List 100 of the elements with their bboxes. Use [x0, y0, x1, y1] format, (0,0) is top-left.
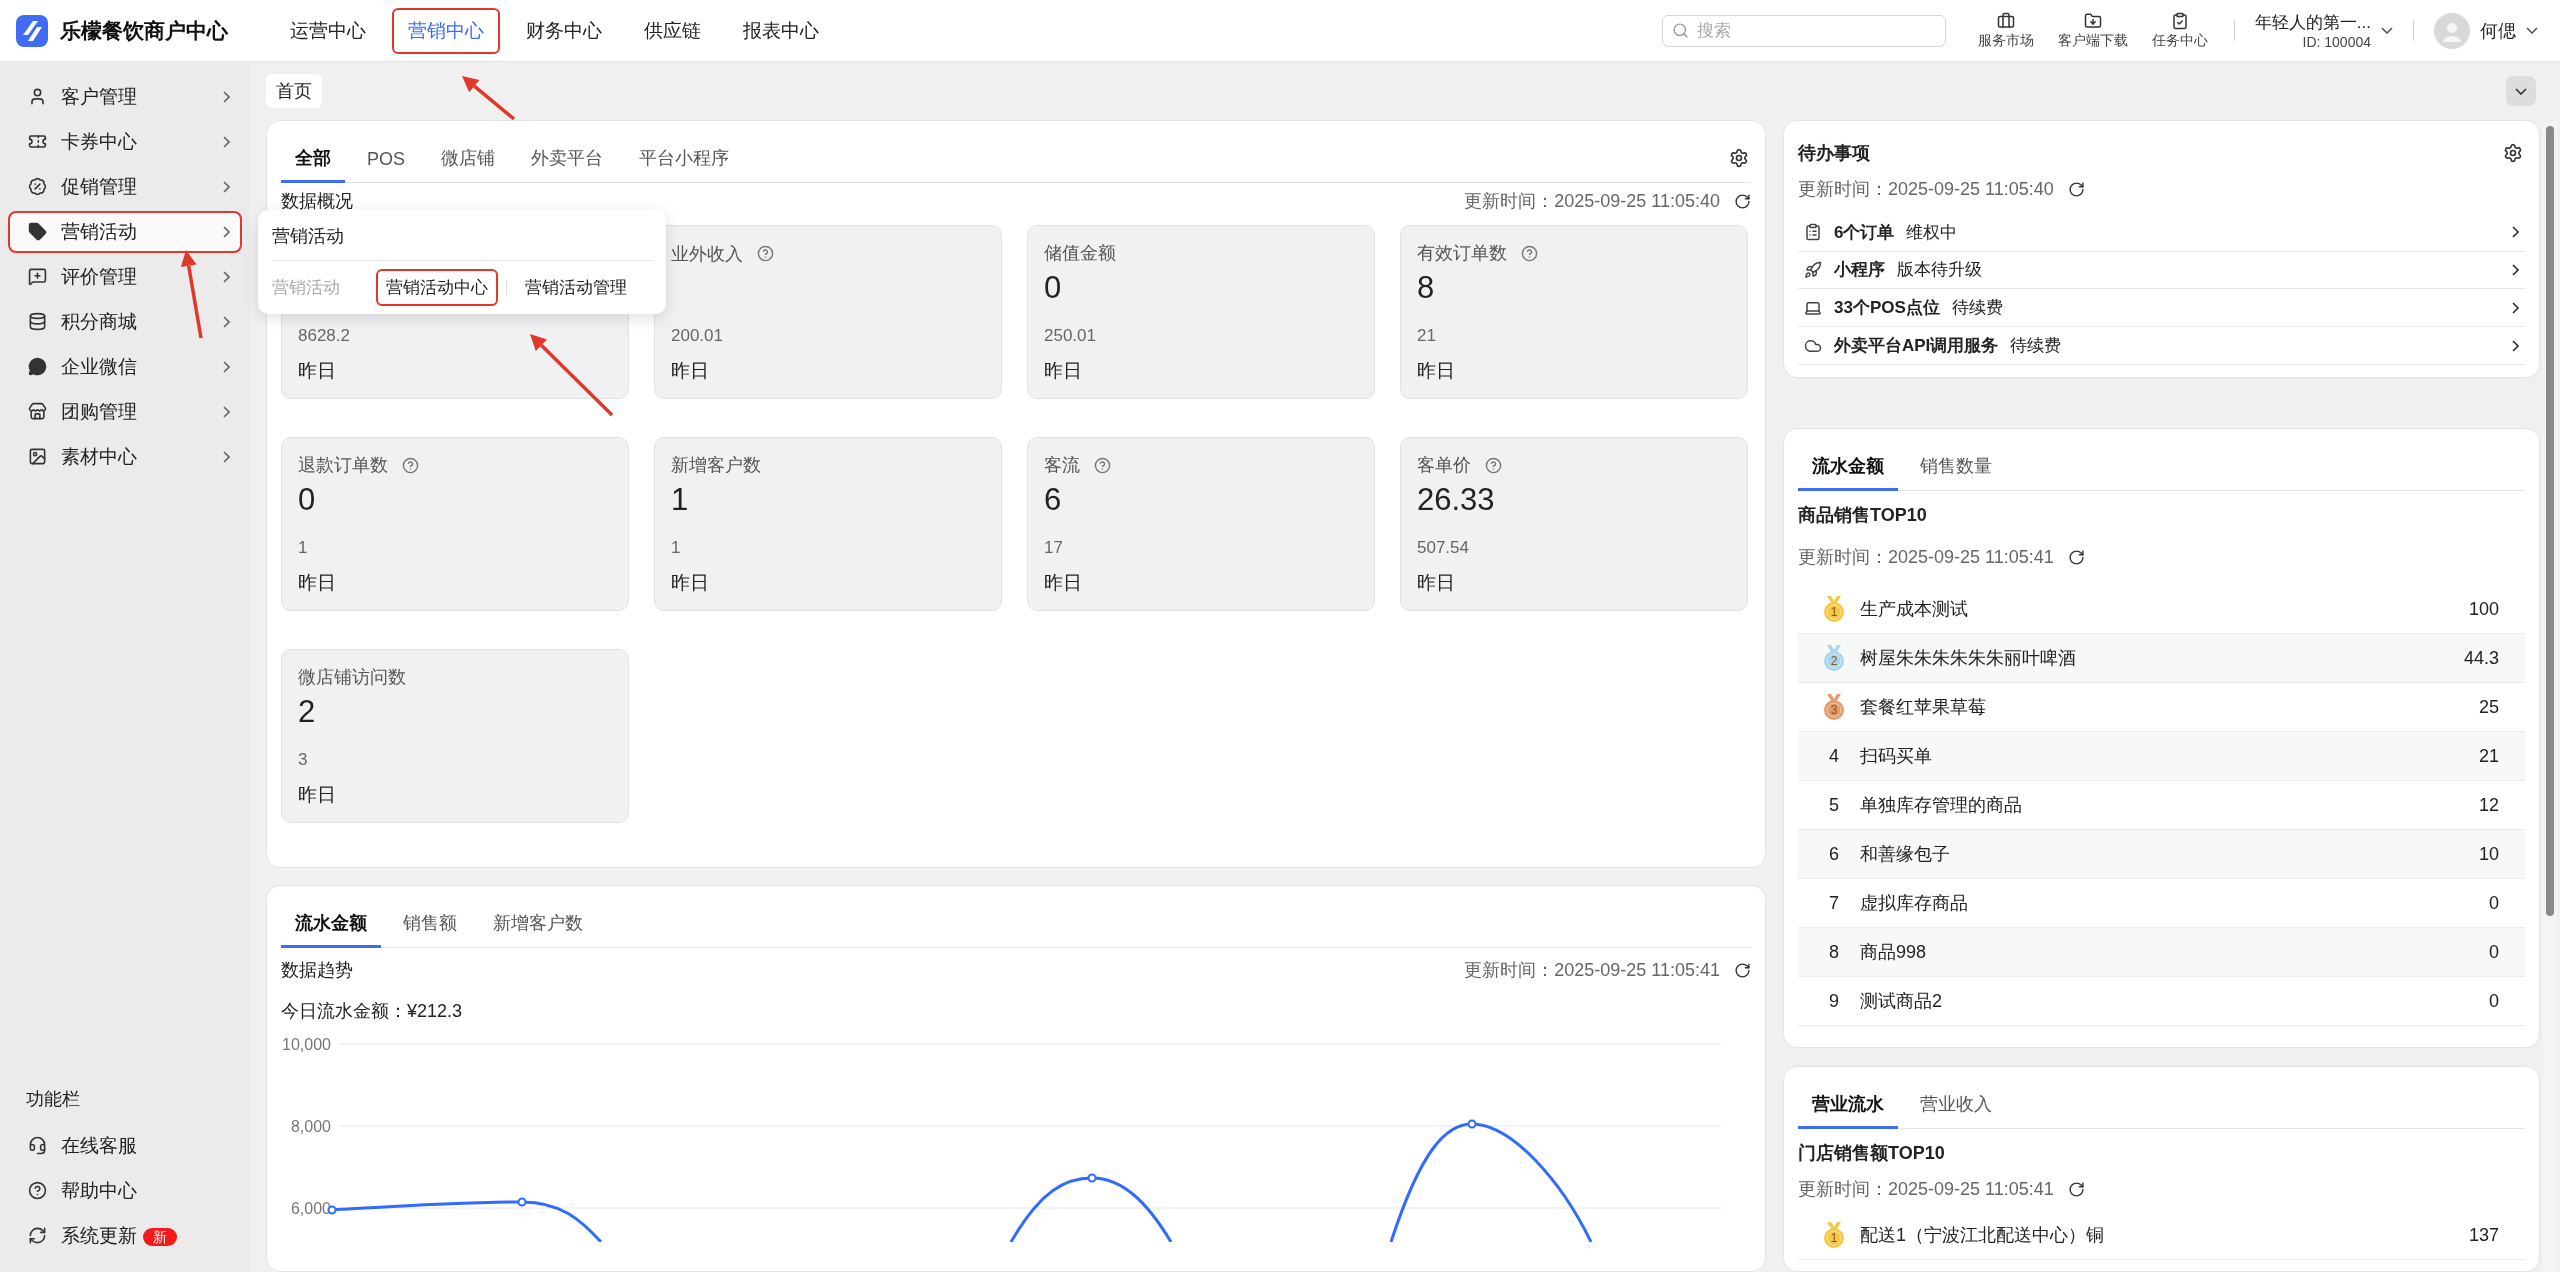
stat-period: 昨日: [1044, 571, 1083, 595]
rank-number: 7: [1828, 892, 1840, 914]
collapse-button[interactable]: [2506, 76, 2536, 106]
page-tab[interactable]: 首页: [266, 74, 322, 108]
help-icon[interactable]: [1094, 456, 1111, 474]
tab[interactable]: 流水金额: [281, 911, 381, 948]
product-name: 商品998: [1860, 941, 1928, 964]
tab[interactable]: 流水金额: [1798, 454, 1898, 491]
refresh-icon[interactable]: [2067, 1180, 2085, 1198]
rocket-icon: [1804, 260, 1822, 279]
rank-number: 8: [1828, 941, 1840, 963]
sidebar-item[interactable]: 客户管理: [8, 75, 242, 118]
nav-item[interactable]: 供应链: [628, 7, 717, 54]
menu-item[interactable]: 营销活动管理: [515, 269, 637, 306]
account-switcher[interactable]: 年轻人的第一... ID: 100004: [2248, 10, 2399, 51]
product-name: 树屋朱朱朱朱朱朱丽叶啤酒: [1860, 647, 2077, 670]
stat-compare: 200.01: [671, 326, 724, 346]
tab[interactable]: POS: [353, 149, 419, 183]
refresh-icon[interactable]: [1734, 961, 1751, 979]
toolbar-button[interactable]: 客户端下载: [2045, 11, 2140, 50]
sidebar-item[interactable]: 在线客服: [8, 1124, 242, 1167]
sidebar-item[interactable]: 系统更新 新: [8, 1214, 242, 1257]
annotation-arrow: [462, 76, 516, 121]
nav-item[interactable]: 财务中心: [510, 7, 618, 54]
percent-badge-icon: [28, 177, 47, 196]
chevron-right-icon: [223, 405, 230, 418]
product-name: 配送1（宁波江北配送中心）铜: [1860, 1224, 2105, 1247]
product-name: 虚拟库存商品: [1860, 892, 1969, 915]
axis-label: 8,000: [290, 1118, 331, 1135]
chevron-right-icon: [2512, 263, 2519, 276]
stat-value: 6: [1044, 481, 1063, 519]
sales-value: 0: [2489, 990, 2499, 1012]
axis-label: 6,000: [290, 1200, 331, 1217]
sales-value: 44.3: [2463, 647, 2499, 669]
todo-item[interactable]: 6个订单 维权中: [1798, 213, 2525, 252]
scrollbar[interactable]: [2543, 122, 2557, 1272]
toolbar-button[interactable]: 任务中心: [2139, 11, 2220, 50]
refresh-icon[interactable]: [2067, 548, 2085, 566]
sidebar-item[interactable]: 积分商城: [8, 300, 242, 343]
search-field[interactable]: 搜索: [1661, 14, 1946, 47]
refresh-icon[interactable]: [1734, 192, 1751, 210]
refresh-icon[interactable]: [2067, 180, 2085, 198]
update-time: 更新时间：2025-09-25 11:05:41: [1464, 959, 1720, 982]
stat-label: 业外收入: [671, 242, 743, 266]
sidebar-item[interactable]: 团购管理: [8, 390, 242, 433]
tab[interactable]: 销售额: [389, 911, 471, 948]
toolbar-button[interactable]: 服务市场: [1965, 11, 2046, 50]
tab[interactable]: 新增客户数: [479, 911, 597, 948]
sidebar-item[interactable]: 卡券中心: [8, 120, 242, 163]
nav-item[interactable]: 营销中心: [392, 7, 500, 54]
sidebar-item[interactable]: 帮助中心: [8, 1169, 242, 1212]
menu-item[interactable]: 营销活动中心: [376, 269, 498, 306]
todo-item[interactable]: 外卖平台API调用服务 待续费: [1798, 327, 2525, 365]
store-icon: [28, 402, 47, 421]
briefcase-icon: [1996, 11, 2015, 30]
user-menu[interactable]: 何偲: [2428, 11, 2544, 50]
stat-label: 微店铺访问数: [298, 666, 406, 689]
stat-compare: 17: [1044, 538, 1064, 558]
stat-label: 有效订单数: [1417, 242, 1507, 265]
help-icon[interactable]: [1521, 244, 1538, 262]
todo-item[interactable]: 33个POS点位 待续费: [1798, 289, 2525, 328]
help-icon[interactable]: [757, 245, 774, 263]
chevron-right-icon: [2512, 339, 2519, 352]
tab[interactable]: 外卖平台: [517, 146, 617, 183]
sidebar-item[interactable]: 素材中心: [8, 435, 242, 478]
rank-number: 4: [1828, 745, 1840, 767]
folder-download-icon: [2083, 11, 2102, 30]
nav-item[interactable]: 报表中心: [727, 7, 835, 54]
stat-period: 昨日: [671, 359, 710, 383]
help-icon[interactable]: [402, 456, 419, 474]
tag-icon: [28, 222, 47, 241]
stat-period: 昨日: [671, 571, 710, 595]
sidebar-item[interactable]: 评价管理: [8, 255, 242, 298]
search-icon: [1671, 21, 1689, 39]
chevron-right-icon: [223, 225, 230, 238]
tab[interactable]: 全部: [281, 146, 345, 183]
stat-value: 1: [671, 481, 690, 519]
clipboard-check-icon: [2170, 11, 2189, 30]
help-icon[interactable]: [1485, 456, 1502, 474]
tab[interactable]: 销售数量: [1906, 454, 2006, 491]
section-title: 数据概况: [281, 190, 353, 213]
sidebar-item[interactable]: 促销管理: [8, 165, 242, 208]
product-name: 套餐红苹果草莓: [1860, 696, 1987, 719]
refresh-icon: [28, 1226, 47, 1245]
update-time: 更新时间：2025-09-25 11:05:40: [1798, 178, 2054, 202]
headset-icon: [28, 1136, 47, 1155]
tab[interactable]: 平台小程序: [625, 146, 743, 183]
sidebar-item[interactable]: 企业微信: [8, 345, 242, 388]
tab[interactable]: 营业收入: [1906, 1092, 2006, 1129]
chevron-right-icon: [223, 270, 230, 283]
stat-compare: 1: [298, 538, 309, 558]
stat-label: 储值金额: [1044, 242, 1116, 265]
tab[interactable]: 微店铺: [427, 146, 509, 183]
tab[interactable]: 营业流水: [1798, 1092, 1898, 1129]
sidebar-item[interactable]: 营销活动: [8, 210, 242, 253]
nav-item[interactable]: 运营中心: [274, 7, 382, 54]
card-title: 待办事项: [1798, 142, 1870, 165]
chevron-right-icon: [223, 360, 230, 373]
todo-item[interactable]: 小程序 版本待升级: [1798, 251, 2525, 290]
app-title: 乐檬餐饮商户中心: [60, 17, 228, 44]
